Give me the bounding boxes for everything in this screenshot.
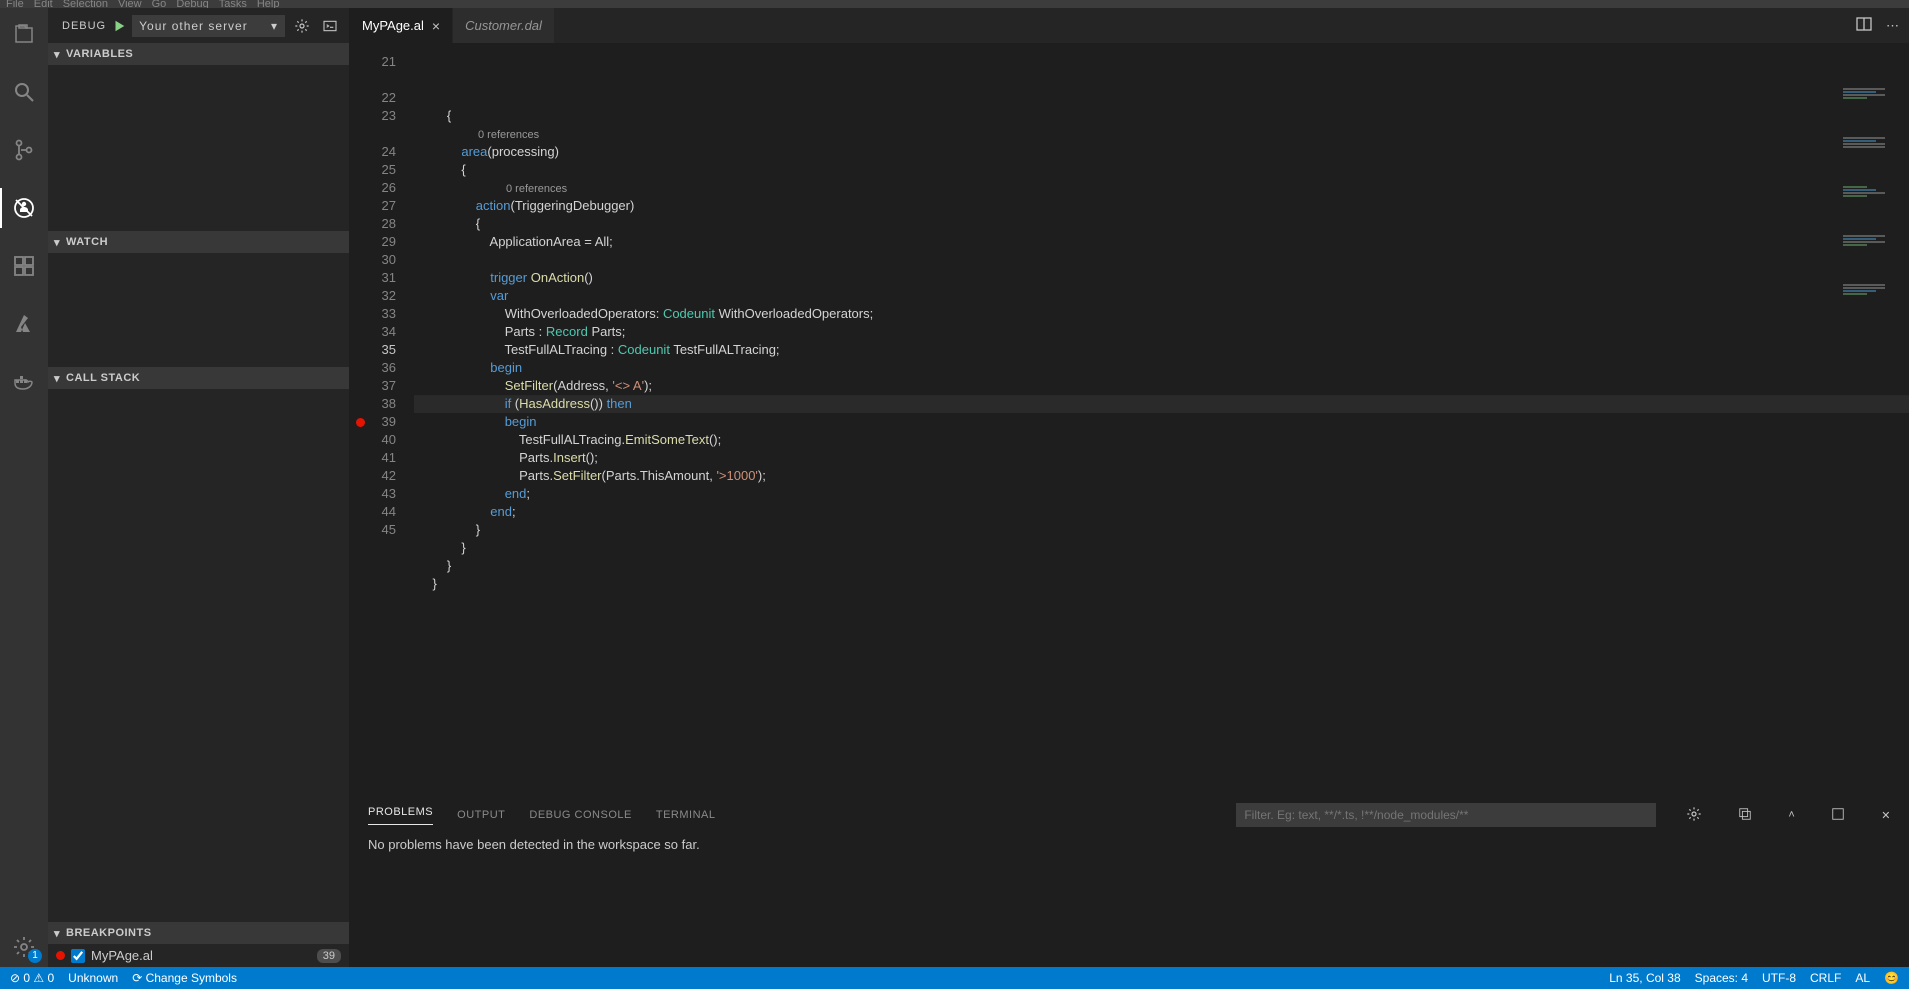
activity-scm[interactable] bbox=[0, 130, 48, 170]
breakpoint-line: 39 bbox=[317, 949, 341, 963]
activity-debug[interactable] bbox=[0, 188, 48, 228]
tab-label: Customer.dal bbox=[465, 18, 542, 33]
activity-search[interactable] bbox=[0, 72, 48, 112]
close-icon[interactable]: × bbox=[432, 18, 440, 34]
menu-selection[interactable]: Selection bbox=[63, 0, 108, 8]
problems-message: No problems have been detected in the wo… bbox=[350, 831, 1909, 967]
status-symbols[interactable]: ⟳ Change Symbols bbox=[132, 971, 237, 985]
section-callstack[interactable]: ▾CALL STACK bbox=[48, 367, 349, 389]
activity-extensions[interactable] bbox=[0, 246, 48, 286]
menu-debug[interactable]: Debug bbox=[176, 0, 208, 8]
tab-bar: MyPAge.al × Customer.dal ⋯ bbox=[350, 8, 1909, 43]
filter-settings-icon[interactable] bbox=[1686, 806, 1702, 825]
menu-bar[interactable]: File Edit Selection View Go Debug Tasks … bbox=[0, 0, 1909, 8]
start-debug-button[interactable] bbox=[112, 19, 126, 33]
section-variables[interactable]: ▾VARIABLES bbox=[48, 43, 349, 65]
breakpoint-row[interactable]: MyPAge.al 39 bbox=[56, 948, 341, 963]
section-breakpoints[interactable]: ▾BREAKPOINTS bbox=[48, 922, 349, 944]
breakpoint-file: MyPAge.al bbox=[91, 948, 153, 963]
close-panel-icon[interactable]: ✕ bbox=[1881, 809, 1891, 822]
gear-icon[interactable] bbox=[291, 15, 313, 37]
panel: PROBLEMS OUTPUT DEBUG CONSOLE TERMINAL ˄… bbox=[350, 799, 1909, 967]
section-watch[interactable]: ▾WATCH bbox=[48, 231, 349, 253]
status-unknown[interactable]: Unknown bbox=[68, 971, 118, 985]
status-eol[interactable]: CRLF bbox=[1810, 971, 1841, 985]
status-encoding[interactable]: UTF-8 bbox=[1762, 971, 1796, 985]
chevron-down-icon: ▾ bbox=[271, 19, 278, 33]
panel-tab-terminal[interactable]: TERMINAL bbox=[656, 809, 716, 821]
maximize-panel-icon[interactable] bbox=[1831, 807, 1845, 824]
menu-view[interactable]: View bbox=[118, 0, 142, 8]
status-feedback-icon[interactable]: 😊 bbox=[1884, 971, 1899, 985]
breakpoints-body: MyPAge.al 39 bbox=[48, 944, 349, 967]
activity-settings[interactable]: 1 bbox=[0, 927, 48, 967]
menu-edit[interactable]: Edit bbox=[34, 0, 53, 8]
panel-tab-debugconsole[interactable]: DEBUG CONSOLE bbox=[529, 809, 631, 821]
callstack-body bbox=[48, 389, 349, 922]
breakpoint-dot-icon bbox=[56, 951, 65, 960]
split-editor-icon[interactable] bbox=[1856, 16, 1872, 35]
tab-customer[interactable]: Customer.dal bbox=[453, 8, 555, 43]
menu-file[interactable]: File bbox=[6, 0, 24, 8]
debug-console-icon[interactable] bbox=[319, 15, 341, 37]
status-indent[interactable]: Spaces: 4 bbox=[1695, 971, 1748, 985]
panel-tab-problems[interactable]: PROBLEMS bbox=[368, 806, 433, 825]
menu-tasks[interactable]: Tasks bbox=[219, 0, 247, 8]
collapse-all-icon[interactable] bbox=[1738, 807, 1752, 824]
editor-group: MyPAge.al × Customer.dal ⋯ 21 2223 24252… bbox=[350, 8, 1909, 967]
breakpoint-checkbox[interactable] bbox=[71, 949, 85, 963]
more-icon[interactable]: ⋯ bbox=[1886, 18, 1899, 34]
status-errors[interactable]: ⊘ 0 ⚠ 0 bbox=[10, 971, 54, 985]
status-bar: ⊘ 0 ⚠ 0 Unknown ⟳ Change Symbols Ln 35, … bbox=[0, 967, 1909, 989]
debug-config-label: Your other server bbox=[139, 19, 248, 33]
settings-badge: 1 bbox=[28, 949, 42, 963]
chevron-up-icon[interactable]: ˄ bbox=[1788, 809, 1795, 821]
activity-docker[interactable] bbox=[0, 362, 48, 402]
status-position[interactable]: Ln 35, Col 38 bbox=[1609, 971, 1680, 985]
activity-bar: 1 bbox=[0, 8, 48, 967]
tab-label: MyPAge.al bbox=[362, 18, 424, 33]
sidebar-title: DEBUG bbox=[62, 20, 106, 32]
tab-mypage[interactable]: MyPAge.al × bbox=[350, 8, 453, 43]
code-editor[interactable]: 21 2223 24252627282930313233343536373839… bbox=[350, 43, 1909, 799]
status-language[interactable]: AL bbox=[1855, 971, 1870, 985]
debug-sidebar: DEBUG Your other server ▾ ▾VARIABLES ▾WA… bbox=[48, 8, 350, 967]
activity-azure[interactable] bbox=[0, 304, 48, 344]
watch-body bbox=[48, 253, 349, 367]
panel-tab-output[interactable]: OUTPUT bbox=[457, 809, 505, 821]
debug-config-dropdown[interactable]: Your other server ▾ bbox=[132, 15, 285, 37]
activity-explorer[interactable] bbox=[0, 14, 48, 54]
menu-go[interactable]: Go bbox=[152, 0, 167, 8]
menu-help[interactable]: Help bbox=[257, 0, 280, 8]
variables-body bbox=[48, 65, 349, 231]
problems-filter-input[interactable] bbox=[1236, 803, 1656, 827]
